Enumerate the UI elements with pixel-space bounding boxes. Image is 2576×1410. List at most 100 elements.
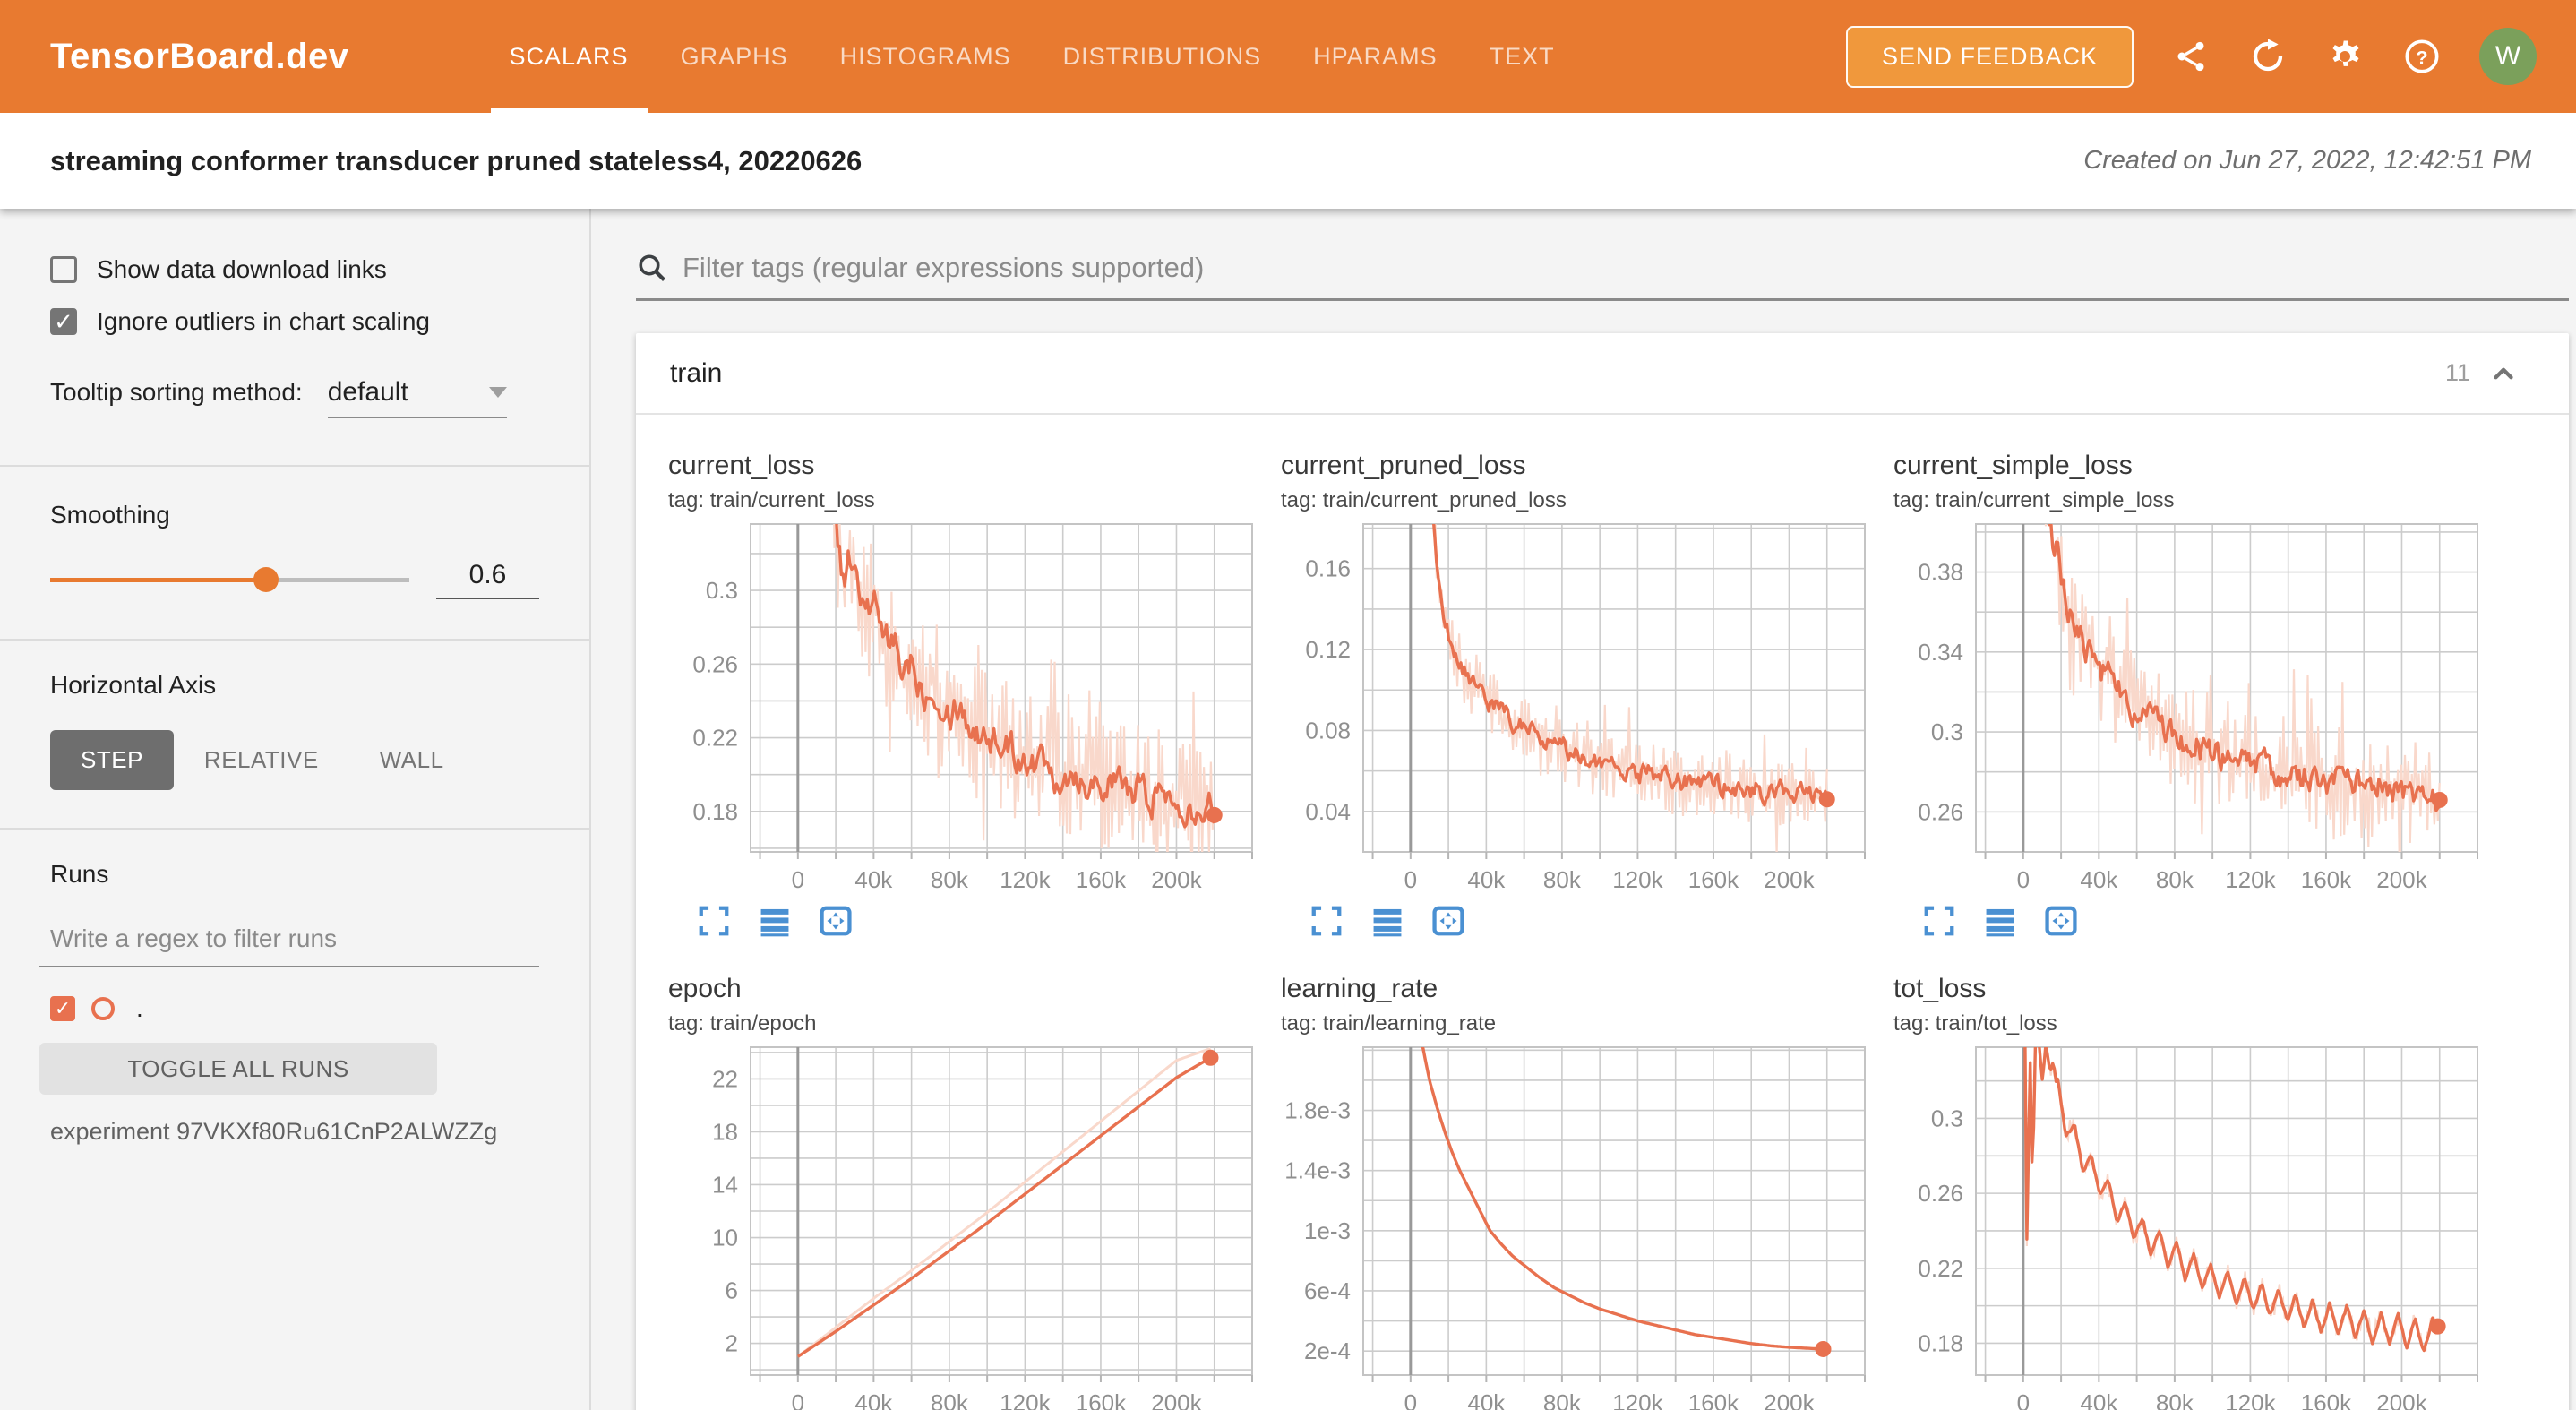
ignore-outliers-checkbox-row[interactable]: ✓ Ignore outliers in chart scaling — [50, 307, 539, 336]
svg-text:40k: 40k — [854, 866, 893, 893]
svg-text:0.3: 0.3 — [1931, 1105, 1963, 1131]
svg-text:14: 14 — [712, 1171, 738, 1198]
scalar-line-chart[interactable]: 0.180.220.260.3040k80k120k160k200k — [668, 517, 1259, 897]
ignore-outliers-checkbox[interactable]: ✓ — [50, 308, 77, 335]
toggle-all-runs-button[interactable]: TOGGLE ALL RUNS — [39, 1043, 437, 1095]
tooltip-sorting-select[interactable]: default — [328, 377, 507, 418]
expand-chart-icon[interactable] — [1308, 902, 1345, 940]
tooltip-sorting-value: default — [328, 377, 408, 408]
svg-text:2e-4: 2e-4 — [1304, 1337, 1351, 1364]
svg-text:120k: 120k — [1000, 1389, 1051, 1410]
svg-text:120k: 120k — [1612, 866, 1663, 893]
tab-scalars[interactable]: SCALARS — [484, 0, 655, 113]
tab-text[interactable]: TEXT — [1464, 0, 1581, 113]
scalar-line-chart[interactable]: 0.180.220.260.3040k80k120k160k200k — [1893, 1040, 2485, 1410]
smoothing-slider-thumb[interactable] — [253, 567, 279, 592]
tab-distributions[interactable]: DISTRIBUTIONS — [1037, 0, 1288, 113]
axis-option-relative[interactable]: RELATIVE — [174, 730, 349, 790]
svg-text:10: 10 — [712, 1225, 738, 1251]
chart-title: epoch — [668, 974, 1258, 1004]
collapse-chevron-icon[interactable] — [2488, 358, 2519, 389]
svg-text:80k: 80k — [2156, 1389, 2194, 1410]
send-feedback-button[interactable]: SEND FEEDBACK — [1846, 26, 2134, 88]
svg-text:80k: 80k — [931, 866, 969, 893]
svg-text:40k: 40k — [1467, 1389, 1506, 1410]
svg-text:0.12: 0.12 — [1305, 636, 1351, 663]
toggle-y-axis-icon[interactable] — [756, 902, 794, 940]
svg-text:200k: 200k — [1764, 1389, 1815, 1410]
chart-tag: tag: train/epoch — [668, 1011, 1258, 1036]
svg-text:18: 18 — [712, 1118, 738, 1145]
brand-logo[interactable]: TensorBoard.dev — [50, 37, 349, 77]
train-section-header[interactable]: train 11 — [636, 333, 2569, 413]
svg-text:160k: 160k — [2301, 1389, 2352, 1410]
fit-domain-icon[interactable] — [1430, 902, 1467, 940]
svg-text:?: ? — [2416, 46, 2427, 68]
svg-text:120k: 120k — [1612, 1389, 1663, 1410]
tab-histograms[interactable]: HISTOGRAMS — [814, 0, 1037, 113]
scalar-chart-card: current_simple_loss tag: train/current_s… — [1877, 436, 2483, 940]
settings-icon[interactable] — [2325, 37, 2365, 76]
refresh-icon[interactable] — [2248, 37, 2288, 76]
smoothing-value[interactable]: 0.6 — [436, 560, 539, 599]
share-icon[interactable] — [2171, 37, 2211, 76]
chart-title: current_loss — [668, 451, 1258, 481]
axis-option-wall[interactable]: WALL — [349, 730, 475, 790]
runs-label: Runs — [50, 860, 539, 889]
svg-text:0.08: 0.08 — [1305, 717, 1351, 744]
chart-title: learning_rate — [1281, 974, 1870, 1004]
help-icon[interactable]: ? — [2402, 37, 2442, 76]
run-name: . — [136, 994, 143, 1023]
scalar-line-chart[interactable]: 2e-46e-41e-31.4e-31.8e-3040k80k120k160k2… — [1281, 1040, 1872, 1410]
svg-text:80k: 80k — [931, 1389, 969, 1410]
scalar-line-chart[interactable]: 0.040.080.120.16040k80k120k160k200k — [1281, 517, 1872, 897]
chart-title: current_pruned_loss — [1281, 451, 1870, 481]
scalar-chart-card: current_pruned_loss tag: train/current_p… — [1265, 436, 1870, 940]
runs-regex-input[interactable] — [39, 919, 539, 967]
train-section-title: train — [670, 358, 722, 389]
toggle-y-axis-icon[interactable] — [1369, 902, 1406, 940]
scalar-line-chart[interactable]: 0.260.30.340.38040k80k120k160k200k — [1893, 517, 2485, 897]
svg-text:6: 6 — [726, 1277, 738, 1304]
search-icon — [636, 252, 668, 284]
svg-text:0: 0 — [1404, 1389, 1417, 1410]
svg-text:0.04: 0.04 — [1305, 798, 1351, 825]
top-navbar: TensorBoard.dev SCALARSGRAPHSHISTOGRAMSD… — [0, 0, 2576, 113]
navbar-actions: SEND FEEDBACK ? W — [1846, 26, 2537, 88]
tab-hparams[interactable]: HPARAMS — [1287, 0, 1464, 113]
horizontal-axis-toggle: STEPRELATIVEWALL — [50, 730, 539, 790]
svg-text:0: 0 — [792, 1389, 804, 1410]
svg-text:160k: 160k — [1688, 1389, 1739, 1410]
scalar-chart-card: learning_rate tag: train/learning_rate 2… — [1265, 959, 1870, 1410]
tooltip-sorting-label: Tooltip sorting method: — [50, 378, 303, 407]
svg-text:80k: 80k — [2156, 866, 2194, 893]
filter-tags-row — [636, 252, 2569, 301]
show-download-links-checkbox-row[interactable]: Show data download links — [50, 255, 539, 284]
svg-text:1.8e-3: 1.8e-3 — [1284, 1097, 1351, 1124]
svg-text:200k: 200k — [1151, 1389, 1202, 1410]
scalar-line-chart[interactable]: 2610141822040k80k120k160k200k — [668, 1040, 1259, 1410]
tab-graphs[interactable]: GRAPHS — [655, 0, 814, 113]
run-checkbox[interactable]: ✓ — [50, 996, 75, 1021]
fit-domain-icon[interactable] — [2042, 902, 2080, 940]
avatar[interactable]: W — [2479, 28, 2537, 85]
run-list-item[interactable]: ✓ . — [50, 994, 539, 1023]
svg-text:200k: 200k — [1764, 866, 1815, 893]
charts-grid: current_loss tag: train/current_loss 0.1… — [636, 415, 2569, 1410]
chart-tag: tag: train/learning_rate — [1281, 1011, 1870, 1036]
svg-text:40k: 40k — [1467, 866, 1506, 893]
expand-chart-icon[interactable] — [1920, 902, 1958, 940]
toggle-y-axis-icon[interactable] — [1981, 902, 2019, 940]
show-download-links-checkbox[interactable] — [50, 256, 77, 283]
ignore-outliers-label: Ignore outliers in chart scaling — [97, 307, 430, 336]
axis-option-step[interactable]: STEP — [50, 730, 174, 790]
fit-domain-icon[interactable] — [817, 902, 854, 940]
svg-text:0: 0 — [792, 866, 804, 893]
filter-tags-input[interactable] — [683, 252, 2569, 284]
svg-text:2: 2 — [726, 1330, 738, 1357]
chart-title: tot_loss — [1893, 974, 2483, 1004]
smoothing-slider[interactable] — [50, 578, 409, 582]
svg-text:120k: 120k — [1000, 866, 1051, 893]
smoothing-label: Smoothing — [50, 501, 539, 529]
expand-chart-icon[interactable] — [695, 902, 733, 940]
